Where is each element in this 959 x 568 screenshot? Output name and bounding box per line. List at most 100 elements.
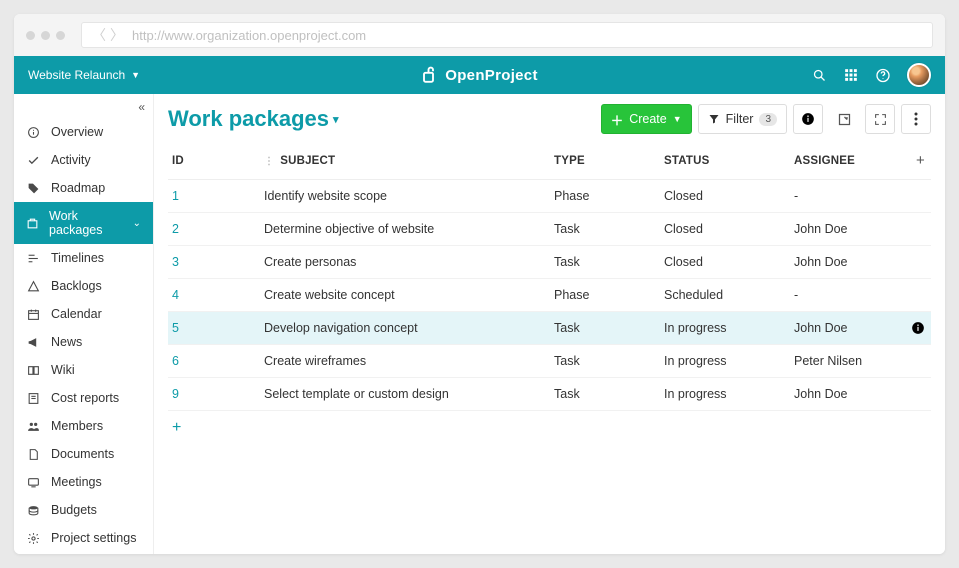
table-row[interactable]: 4Create website conceptPhaseScheduled-	[168, 279, 931, 312]
cell-type[interactable]: Phase	[548, 279, 658, 312]
table-row[interactable]: 5Develop navigation conceptTaskIn progre…	[168, 312, 931, 345]
sidebar-item-work-packages[interactable]: Work packages ⌄	[14, 202, 153, 244]
sidebar-item-cost-reports[interactable]: Cost reports	[14, 384, 153, 412]
more-button[interactable]	[901, 104, 931, 134]
fullscreen-button[interactable]	[865, 104, 895, 134]
cell-subject[interactable]: Identify website scope	[258, 180, 548, 213]
cell-assignee[interactable]: John Doe	[788, 246, 905, 279]
filter-button[interactable]: Filter 3	[698, 104, 787, 134]
cell-type[interactable]: Phase	[548, 180, 658, 213]
cell-status[interactable]: In progress	[658, 312, 788, 345]
cell-subject[interactable]: Create personas	[258, 246, 548, 279]
url-bar[interactable]: 〈 〉 http://www.organization.openproject.…	[81, 22, 933, 48]
table-row[interactable]: 3Create personasTaskClosedJohn Doe	[168, 246, 931, 279]
toolbar: ＋ Create ▼ Filter 3	[601, 104, 931, 134]
members-icon	[26, 420, 41, 433]
sidebar: « Overview Activity Roadmap Work package…	[14, 94, 154, 554]
help-icon[interactable]	[875, 67, 891, 83]
cell-assignee[interactable]: John Doe	[788, 213, 905, 246]
sidebar-item-label: Timelines	[51, 251, 104, 265]
apps-grid-icon[interactable]	[843, 67, 859, 83]
sidebar-item-news[interactable]: News	[14, 328, 153, 356]
top-bar: Website Relaunch ▼ OpenProject	[14, 56, 945, 94]
cell-subject[interactable]: Create wireframes	[258, 345, 548, 378]
collapse-sidebar-icon[interactable]: «	[138, 100, 145, 114]
window-dot[interactable]	[41, 31, 50, 40]
caret-down-icon: ▼	[673, 114, 682, 124]
sidebar-item-timelines[interactable]: Timelines	[14, 244, 153, 272]
sidebar-item-calendar[interactable]: Calendar	[14, 300, 153, 328]
cell-type[interactable]: Task	[548, 378, 658, 411]
cell-id[interactable]: 2	[168, 213, 258, 246]
cell-subject[interactable]: Create website concept	[258, 279, 548, 312]
col-type[interactable]: TYPE	[548, 142, 658, 180]
cell-id[interactable]: 5	[168, 312, 258, 345]
cell-type[interactable]: Task	[548, 213, 658, 246]
sidebar-item-roadmap[interactable]: Roadmap	[14, 174, 153, 202]
search-icon[interactable]	[811, 67, 827, 83]
sidebar-item-wiki[interactable]: Wiki	[14, 356, 153, 384]
avatar[interactable]	[907, 63, 931, 87]
cell-assignee[interactable]: Peter Nilsen	[788, 345, 905, 378]
add-row-button[interactable]: +	[168, 411, 931, 445]
sidebar-item-activity[interactable]: Activity	[14, 146, 153, 174]
cell-status[interactable]: Closed	[658, 180, 788, 213]
cell-type[interactable]: Task	[548, 345, 658, 378]
sidebar-item-label: Roadmap	[51, 181, 105, 195]
cell-status[interactable]: Closed	[658, 213, 788, 246]
row-info-icon[interactable]	[905, 312, 931, 345]
cell-status[interactable]: Scheduled	[658, 279, 788, 312]
cell-id[interactable]: 4	[168, 279, 258, 312]
package-icon	[26, 217, 39, 230]
meeting-icon	[26, 476, 41, 489]
nav-forward-icon[interactable]: 〉	[110, 25, 124, 45]
drag-handle-icon[interactable]: ⋮	[264, 156, 274, 167]
window-dot[interactable]	[56, 31, 65, 40]
cell-id[interactable]: 1	[168, 180, 258, 213]
sidebar-item-backlogs[interactable]: Backlogs	[14, 272, 153, 300]
window-dot[interactable]	[26, 31, 35, 40]
page-title[interactable]: Work packages ▾	[168, 106, 339, 132]
add-column-button[interactable]: +	[905, 142, 931, 180]
sidebar-item-meetings[interactable]: Meetings	[14, 468, 153, 496]
col-status[interactable]: STATUS	[658, 142, 788, 180]
sidebar-item-documents[interactable]: Documents	[14, 440, 153, 468]
create-button[interactable]: ＋ Create ▼	[601, 104, 692, 134]
sidebar-item-project-settings[interactable]: Project settings	[14, 524, 153, 552]
cell-assignee[interactable]: John Doe	[788, 378, 905, 411]
title-bar: Work packages ▾ ＋ Create ▼ Filter 3	[168, 104, 931, 134]
cell-id[interactable]: 3	[168, 246, 258, 279]
sidebar-item-overview[interactable]: Overview	[14, 118, 153, 146]
nav-back-icon[interactable]: 〈	[92, 25, 106, 45]
cell-subject[interactable]: Determine objective of website	[258, 213, 548, 246]
cell-id[interactable]: 6	[168, 345, 258, 378]
export-button[interactable]	[829, 104, 859, 134]
project-selector[interactable]: Website Relaunch ▼	[28, 68, 140, 82]
cell-assignee[interactable]: -	[788, 279, 905, 312]
cell-status[interactable]: In progress	[658, 345, 788, 378]
cell-id[interactable]: 9	[168, 378, 258, 411]
table-row[interactable]: 1Identify website scopePhaseClosed-	[168, 180, 931, 213]
cell-status[interactable]: Closed	[658, 246, 788, 279]
backlog-icon	[26, 280, 41, 293]
cell-status[interactable]: In progress	[658, 378, 788, 411]
sidebar-item-label: Wiki	[51, 363, 75, 377]
check-icon	[26, 154, 41, 167]
details-button[interactable]	[793, 104, 823, 134]
col-subject[interactable]: ⋮SUBJECT	[258, 142, 548, 180]
table-row[interactable]: 6Create wireframesTaskIn progressPeter N…	[168, 345, 931, 378]
cell-type[interactable]: Task	[548, 246, 658, 279]
col-assignee[interactable]: ASSIGNEE	[788, 142, 905, 180]
cell-type[interactable]: Task	[548, 312, 658, 345]
cell-subject[interactable]: Develop navigation concept	[258, 312, 548, 345]
sidebar-item-budgets[interactable]: Budgets	[14, 496, 153, 524]
table-row[interactable]: 2Determine objective of websiteTaskClose…	[168, 213, 931, 246]
col-id[interactable]: ID	[168, 142, 258, 180]
cell-assignee[interactable]: John Doe	[788, 312, 905, 345]
cell-assignee[interactable]: -	[788, 180, 905, 213]
caret-down-icon: ▼	[131, 70, 140, 80]
calendar-icon	[26, 308, 41, 321]
sidebar-item-members[interactable]: Members	[14, 412, 153, 440]
cell-subject[interactable]: Select template or custom design	[258, 378, 548, 411]
table-row[interactable]: 9Select template or custom designTaskIn …	[168, 378, 931, 411]
